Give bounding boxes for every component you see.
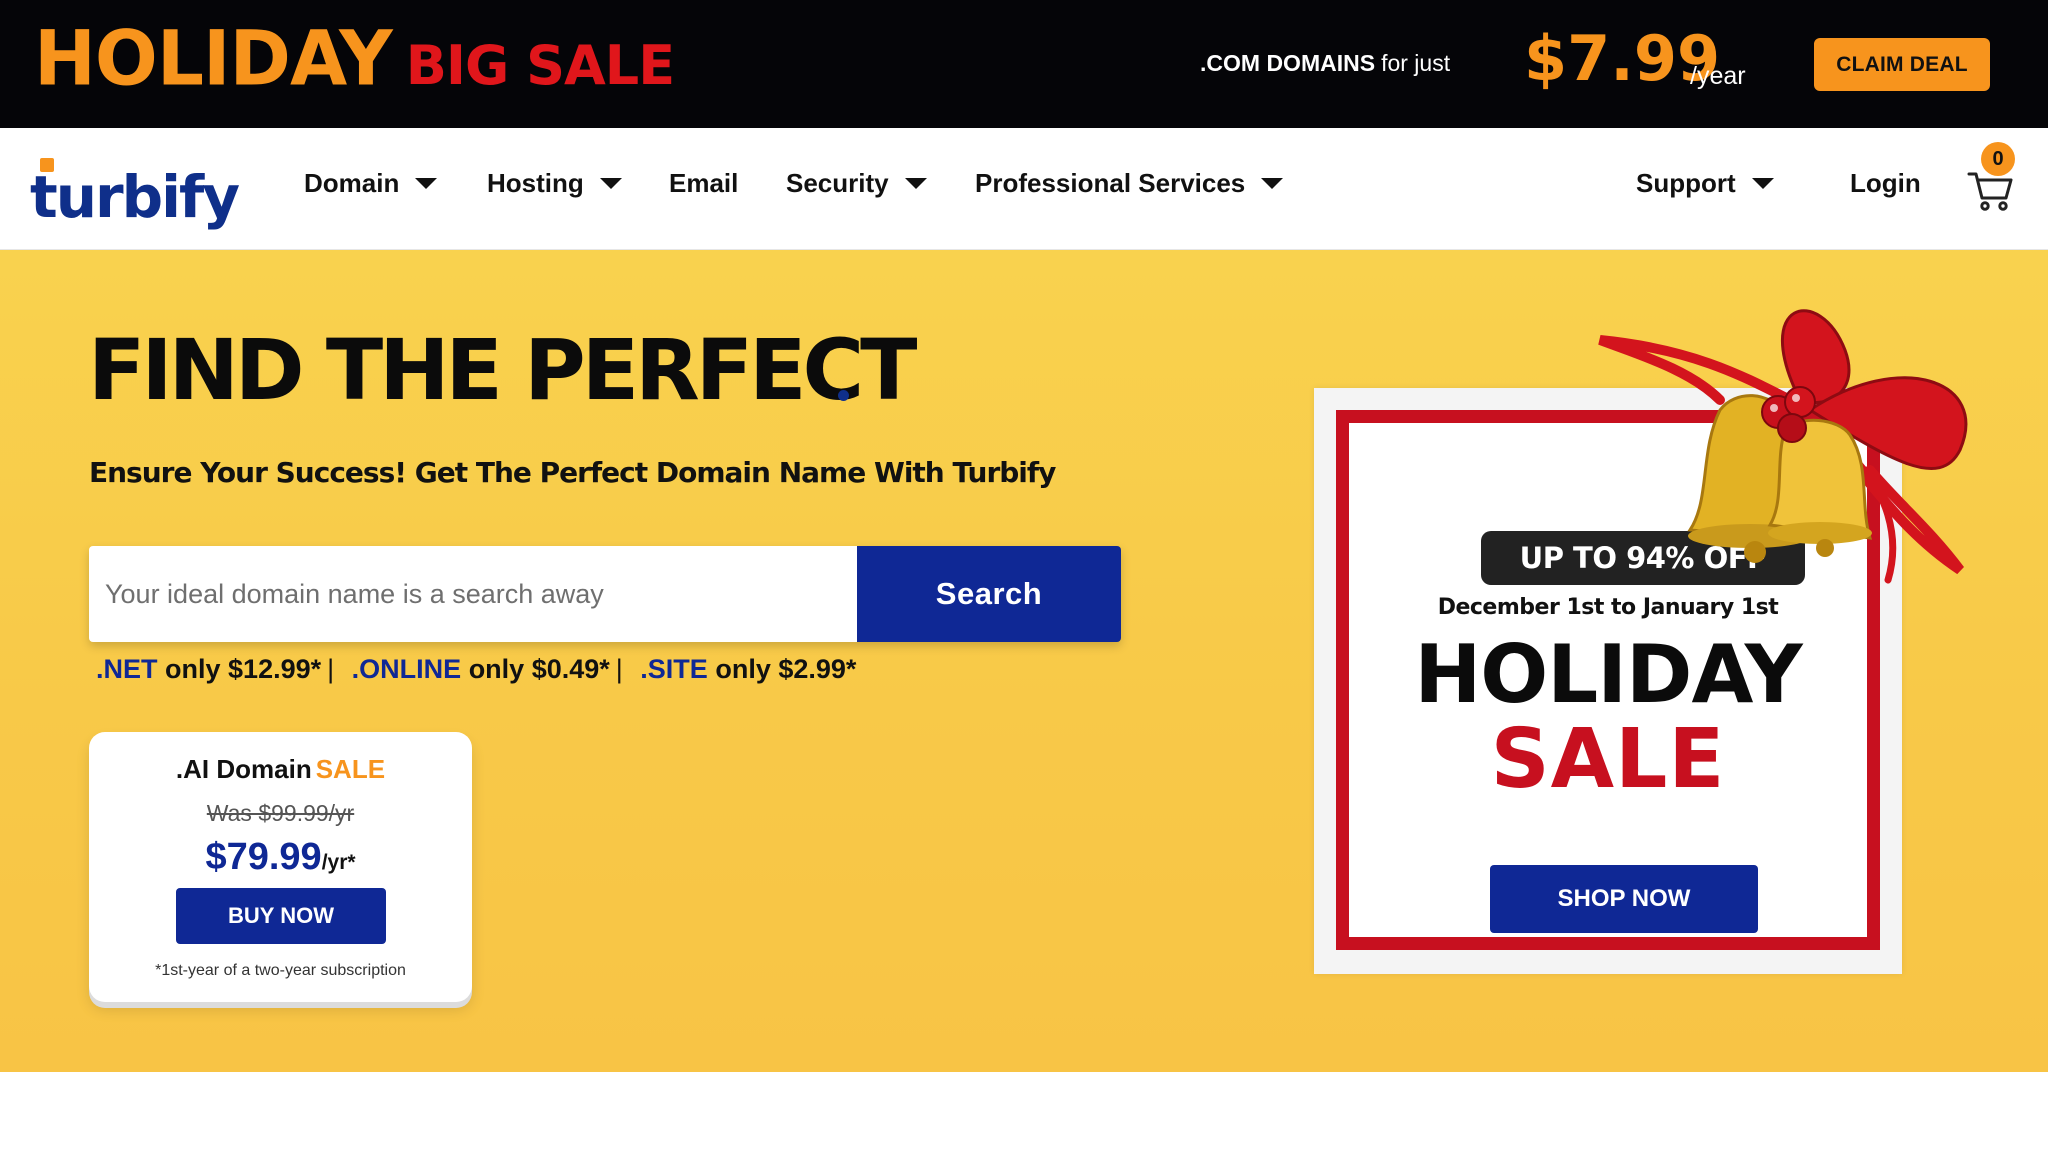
promo-domains-suffix: for just xyxy=(1381,50,1451,76)
sale-dates: December 1st to January 1st xyxy=(1437,595,1779,620)
login-link[interactable]: Login xyxy=(1850,168,1921,199)
domain-search-input[interactable] xyxy=(89,546,857,642)
hero-subtitle: Ensure Your Success! Get The Perfect Dom… xyxy=(89,456,1056,489)
buy-now-button[interactable]: BUY NOW xyxy=(176,888,386,944)
nav-item-label: Professional Services xyxy=(975,168,1246,198)
nav-item-label: Hosting xyxy=(487,168,584,198)
ai-card-title: .AI Domain SALE xyxy=(89,754,472,785)
caret-down-icon xyxy=(904,178,927,189)
logo-text: turbify xyxy=(30,163,240,231)
ai-card-price-value: $79.99 xyxy=(205,836,322,878)
claim-deal-button[interactable]: CLAIM DEAL xyxy=(1814,38,1990,91)
discount-badge: UP TO 94% OFF xyxy=(1481,531,1805,585)
holiday-sale-card: UP TO 94% OFF December 1st to January 1s… xyxy=(1314,388,1902,974)
ai-card-title-text: .AI Domain xyxy=(175,754,312,784)
sale-heading: SALE xyxy=(1490,712,1726,807)
nav-item-label: Support xyxy=(1636,168,1736,198)
tld-offers: .NET only $12.99* | .ONLINE only $0.49* | … xyxy=(96,654,856,685)
promo-headline: HOLIDAY BIG SALE xyxy=(34,15,675,103)
nav-item-label: Security xyxy=(786,168,889,198)
nav-item-hosting[interactable]: Hosting xyxy=(487,168,622,199)
caret-down-icon xyxy=(1751,178,1774,189)
nav-item-label: Email xyxy=(669,168,739,198)
ai-card-price: $79.99/yr* xyxy=(89,836,472,879)
holiday-sale-frame: UP TO 94% OFF December 1st to January 1s… xyxy=(1336,410,1880,950)
domain-search-bar: Search xyxy=(89,546,1121,642)
tld-separator: | xyxy=(327,654,335,684)
promo-headline-main: HOLIDAY xyxy=(34,15,393,103)
ai-card-price-unit: /yr* xyxy=(321,851,356,874)
ai-card-old-price: Was $99.99/yr xyxy=(206,800,355,826)
ai-domain-card: .AI Domain SALE Was $99.99/yr $79.99/yr* … xyxy=(89,732,472,1002)
search-button[interactable]: Search xyxy=(857,546,1121,642)
promo-domains-label: .COM DOMAINS xyxy=(1200,50,1376,76)
shop-now-button[interactable]: SHOP NOW xyxy=(1490,865,1758,933)
nav-item-email[interactable]: Email xyxy=(669,168,738,199)
holiday-heading: HOLIDAY xyxy=(1414,628,1802,721)
hero-title-dot xyxy=(838,390,849,401)
login-label: Login xyxy=(1850,168,1921,198)
tld-online[interactable]: .ONLINE xyxy=(352,654,462,684)
hero-title: FIND THE PERFECT xyxy=(88,321,917,419)
tld-online-price: only $0.49* xyxy=(468,654,610,684)
ai-card-footnote: *1st-year of a two-year subscription xyxy=(155,962,406,979)
tld-net-price: only $12.99* xyxy=(165,654,322,684)
caret-down-icon xyxy=(415,178,438,189)
turbify-logo[interactable]: turbify xyxy=(30,156,240,231)
promo-banner: HOLIDAY BIG SALE .COM DOMAINS for just $7… xyxy=(0,0,2048,128)
nav-item-label: Domain xyxy=(304,168,400,198)
caret-down-icon xyxy=(1261,178,1284,189)
tld-separator: | xyxy=(615,654,623,684)
nav-item-professional-services[interactable]: Professional Services xyxy=(975,168,1284,199)
caret-down-icon xyxy=(599,178,622,189)
promo-headline-secondary: BIG SALE xyxy=(405,34,675,97)
cart-count-badge: 0 xyxy=(1981,142,2015,176)
promo-domains-text: .COM DOMAINS for just xyxy=(1200,50,1450,77)
main-navbar: turbify Domain Hosting Email Security Pr… xyxy=(0,128,2048,250)
ai-card-sale-label: SALE xyxy=(315,754,386,784)
tld-site-price: only $2.99* xyxy=(715,654,857,684)
hero-section: FIND THE PERFECT Ensure Your Success! Ge… xyxy=(0,250,2048,1072)
nav-item-security[interactable]: Security xyxy=(786,168,927,199)
promo-price-unit: /year xyxy=(1690,62,1746,90)
nav-item-support[interactable]: Support xyxy=(1636,168,1774,199)
nav-item-domain[interactable]: Domain xyxy=(304,168,438,199)
tld-site[interactable]: .SITE xyxy=(640,654,708,684)
tld-net[interactable]: .NET xyxy=(96,654,158,684)
